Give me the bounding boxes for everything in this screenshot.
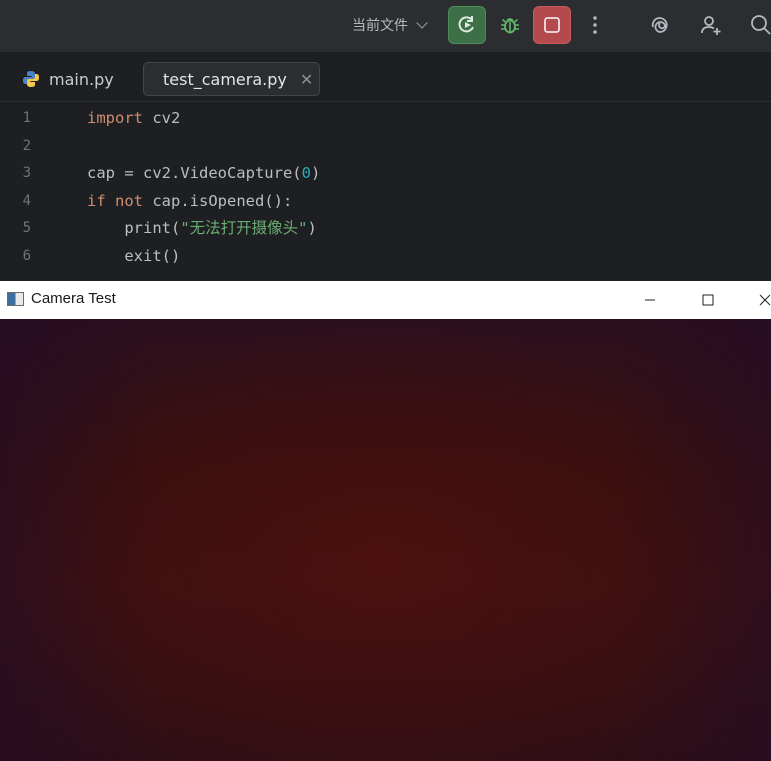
- line-number: 5: [22, 220, 31, 236]
- window-title: Camera Test: [31, 290, 116, 307]
- code-token: if: [87, 191, 106, 210]
- line-number: 6: [22, 247, 31, 264]
- line-number: 1: [22, 110, 31, 126]
- ide-toolbar: 当前文件: [0, 0, 771, 52]
- maximize-icon: [702, 294, 714, 306]
- camera-window: Camera Test: [0, 281, 771, 761]
- search-icon: [751, 15, 771, 35]
- code-token: print(: [87, 219, 181, 237]
- opencv-window-icon: [7, 292, 24, 306]
- chevron-down-icon: [416, 17, 428, 29]
- line-number: 3: [22, 165, 31, 181]
- code-line[interactable]: 5 print("无法打开摄像头"): [0, 215, 771, 242]
- close-button[interactable]: [742, 281, 771, 319]
- code-token: 0: [301, 164, 311, 182]
- code-line[interactable]: 6 exit(): [0, 243, 771, 270]
- code-token: ): [310, 164, 321, 182]
- code-token: cv2: [143, 109, 181, 127]
- tab-main-py[interactable]: main.py: [12, 62, 124, 96]
- tab-label: test_camera.py: [163, 69, 287, 89]
- code-text: import cv2: [87, 105, 180, 132]
- tab-label: main.py: [49, 69, 114, 89]
- window-title-bar[interactable]: Camera Test: [0, 281, 771, 319]
- close-icon: [759, 294, 771, 306]
- code-text: print("无法打开摄像头"): [87, 215, 317, 242]
- more-vertical-icon: [593, 16, 597, 34]
- code-text: cap = cv2.VideoCapture(0): [87, 160, 320, 187]
- ai-assistant-icon: [651, 17, 668, 33]
- code-line[interactable]: 1 import cv2: [0, 105, 771, 132]
- code-token: cap.isOpened():: [143, 191, 293, 210]
- python-icon: [23, 71, 39, 87]
- code-text: if not cap.isOpened():: [87, 188, 292, 215]
- rerun-button[interactable]: [448, 6, 486, 44]
- rerun-icon: [458, 16, 474, 33]
- debug-button[interactable]: [491, 6, 529, 44]
- stop-icon: [544, 17, 560, 33]
- code-text: exit(): [87, 243, 180, 270]
- tab-test-camera-py[interactable]: test_camera.py ✕: [143, 62, 320, 96]
- code-token: not: [115, 191, 144, 210]
- run-configuration-dropdown[interactable]: 当前文件: [352, 13, 428, 37]
- code-line[interactable]: 4 if not cap.isOpened():: [0, 188, 771, 215]
- code-token: cap = cv2.VideoCapture(: [87, 164, 302, 182]
- code-line[interactable]: 2: [0, 133, 771, 160]
- add-user-button[interactable]: [692, 6, 730, 44]
- line-number: 2: [22, 137, 31, 154]
- stop-button[interactable]: [533, 6, 571, 44]
- code-line[interactable]: 3 cap = cv2.VideoCapture(0): [0, 160, 771, 187]
- code-token: import: [87, 109, 143, 127]
- more-options-button[interactable]: [576, 6, 614, 44]
- minimize-icon: [645, 299, 655, 301]
- add-user-icon: [701, 16, 721, 35]
- editor-tabs: main.py test_camera.py ✕: [0, 52, 771, 102]
- maximize-button[interactable]: [685, 281, 731, 319]
- camera-feed-image: [0, 319, 771, 761]
- bug-icon: [501, 18, 519, 34]
- code-token: "无法打开摄像头": [180, 219, 308, 237]
- search-button[interactable]: [742, 6, 771, 44]
- minimize-button[interactable]: [627, 281, 673, 319]
- tab-close-icon[interactable]: ✕: [300, 70, 313, 89]
- code-editor[interactable]: 1 import cv2 2 3 cap = cv2.VideoCapture(0) 4 i…: [0, 102, 771, 282]
- line-number: 4: [22, 192, 31, 209]
- code-token: ): [307, 219, 317, 237]
- run-configuration-label: 当前文件: [352, 18, 408, 34]
- ai-assistant-button[interactable]: [641, 6, 679, 44]
- code-token: exit(): [87, 246, 181, 265]
